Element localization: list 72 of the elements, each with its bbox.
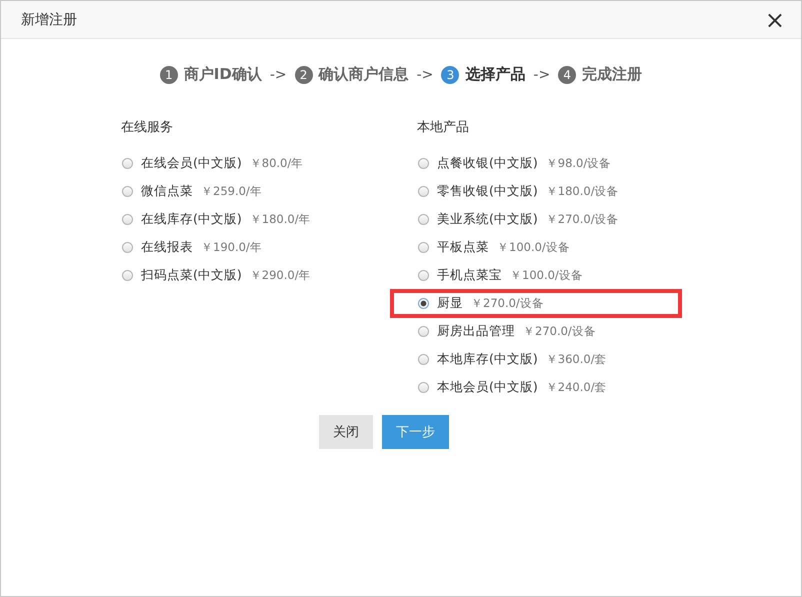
product-price: ￥270.0/设备	[546, 212, 619, 227]
radio-button[interactable]	[122, 242, 133, 253]
step-label: 完成注册	[582, 65, 642, 84]
product-name: 在线报表	[141, 239, 193, 256]
radio-button[interactable]	[122, 270, 133, 281]
product-name: 点餐收银(中文版)	[437, 155, 538, 172]
radio-button[interactable]	[418, 326, 429, 337]
radio-button[interactable]	[418, 298, 429, 309]
product-name: 微信点菜	[141, 183, 193, 200]
radio-button[interactable]	[418, 214, 429, 225]
step-number: 4	[558, 66, 576, 84]
product-price: ￥240.0/套	[546, 380, 607, 395]
product-name: 在线会员(中文版)	[141, 155, 242, 172]
product-price: ￥360.0/套	[546, 352, 607, 367]
step-label: 选择产品	[465, 65, 526, 84]
radio-button[interactable]	[122, 158, 133, 169]
radio-button[interactable]	[418, 382, 429, 393]
close-button[interactable]: ×	[764, 8, 785, 32]
step-number: 1	[160, 66, 178, 84]
product-option[interactable]: 零售收银(中文版) ￥180.0/设备	[390, 177, 682, 206]
radio-button[interactable]	[122, 214, 133, 225]
step-number: 2	[294, 66, 313, 84]
product-price: ￥180.0/设备	[546, 184, 619, 199]
product-option[interactable]: 美业系统(中文版) ￥270.0/设备	[390, 205, 682, 234]
product-name: 在线库存(中文版)	[141, 211, 242, 228]
step-arrow: ->	[416, 66, 434, 82]
dialog-title: 新增注册	[21, 10, 77, 28]
step-label: 商户ID确认	[184, 65, 262, 84]
step-arrow: ->	[270, 66, 287, 82]
radio-button[interactable]	[418, 186, 429, 197]
radio-button[interactable]	[418, 354, 429, 365]
step-arrow: ->	[533, 66, 550, 82]
product-price: ￥290.0/年	[250, 268, 311, 283]
radio-button[interactable]	[418, 242, 429, 253]
step-number: 3	[441, 66, 460, 84]
product-name: 美业系统(中文版)	[437, 211, 538, 228]
product-name: 本地会员(中文版)	[437, 379, 538, 396]
product-name: 零售收银(中文版)	[437, 183, 538, 200]
product-option[interactable]: 厨显 ￥270.0/设备	[390, 289, 682, 318]
product-price: ￥190.0/年	[201, 240, 262, 255]
product-option[interactable]: 微信点菜 ￥259.0/年	[94, 177, 386, 206]
radio-button[interactable]	[122, 186, 133, 197]
section-heading: 在线服务	[121, 119, 174, 136]
product-name: 厨房出品管理	[437, 323, 515, 340]
product-option[interactable]: 扫码点菜(中文版) ￥290.0/年	[94, 261, 386, 290]
product-price: ￥270.0/设备	[471, 296, 544, 311]
product-price: ￥270.0/设备	[523, 324, 596, 339]
radio-button[interactable]	[418, 270, 429, 281]
product-option[interactable]: 点餐收银(中文版) ￥98.0/设备	[390, 149, 682, 178]
product-name: 扫码点菜(中文版)	[141, 267, 242, 284]
product-price: ￥98.0/设备	[546, 156, 612, 171]
radio-button[interactable]	[418, 158, 429, 169]
product-option[interactable]: 在线库存(中文版) ￥180.0/年	[94, 205, 386, 234]
product-name: 厨显	[437, 295, 463, 312]
product-price: ￥100.0/设备	[497, 240, 570, 255]
product-option[interactable]: 本地库存(中文版) ￥360.0/套	[390, 345, 682, 374]
product-name: 本地库存(中文版)	[437, 351, 538, 368]
product-option[interactable]: 平板点菜 ￥100.0/设备	[390, 233, 682, 262]
product-name: 手机点菜宝	[437, 267, 502, 284]
product-option[interactable]: 厨房出品管理 ￥270.0/设备	[390, 317, 682, 346]
product-option[interactable]: 本地会员(中文版) ￥240.0/套	[390, 373, 682, 402]
product-price: ￥259.0/年	[201, 184, 262, 199]
product-option[interactable]: 在线会员(中文版) ￥80.0/年	[94, 149, 386, 178]
product-option[interactable]: 手机点菜宝 ￥100.0/设备	[390, 261, 682, 290]
close-dialog-button[interactable]: 关闭	[319, 415, 373, 449]
product-price: ￥100.0/设备	[510, 268, 583, 283]
product-price: ￥180.0/年	[250, 212, 311, 227]
product-option[interactable]: 在线报表 ￥190.0/年	[94, 233, 386, 262]
product-price: ￥80.0/年	[250, 156, 304, 171]
section-heading: 本地产品	[417, 119, 470, 136]
product-name: 平板点菜	[437, 239, 489, 256]
step-label: 确认商户信息	[318, 65, 409, 84]
